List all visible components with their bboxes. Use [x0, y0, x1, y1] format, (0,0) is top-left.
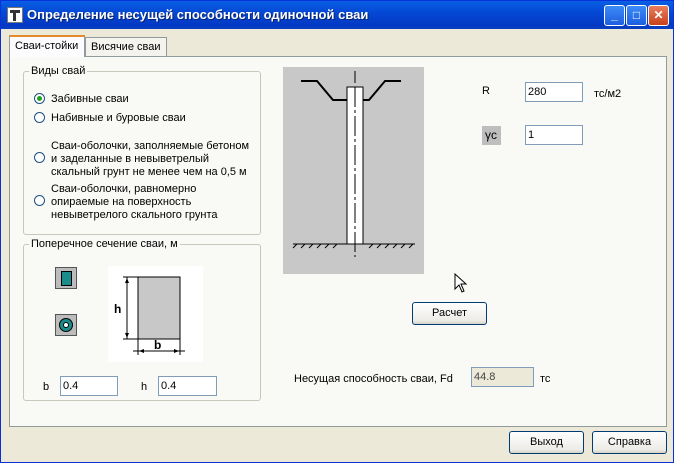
maximize-button[interactable]: □ [626, 5, 647, 26]
radio-shell-piles-embedded[interactable]: Сваи-оболочки, заполняемые бетоном и зад… [34, 139, 254, 181]
app-icon [7, 7, 23, 23]
radio-shell-piles-supported[interactable]: Сваи-оболочки, равномерно опираемые на п… [34, 182, 254, 224]
help-button[interactable]: Справка [592, 431, 667, 454]
calculate-button[interactable]: Расчет [412, 302, 487, 325]
minimize-button[interactable]: _ [604, 5, 625, 26]
result-label: Несущая способность сваи, Fd [294, 373, 453, 385]
result-unit: тс [540, 373, 551, 385]
radio-indicator [34, 112, 45, 123]
radio-label-line: Сваи-оболочки, заполняемые бетоном [51, 140, 250, 152]
radio-label-line: Сваи-оболочки, равномерно [51, 183, 197, 195]
section-drawing: h b [108, 266, 203, 362]
tab-friction-piles[interactable]: Висячие сваи [85, 37, 167, 56]
rectangular-section-button[interactable] [55, 267, 77, 289]
radio-indicator [34, 195, 45, 206]
pile-types-legend: Виды свай [31, 65, 86, 77]
pile-drawing [283, 67, 424, 274]
window-title: Определение несущей способности одиночно… [27, 7, 369, 22]
b-label: b [43, 381, 50, 393]
R-label: R [482, 85, 490, 97]
dimension-b-label: b [154, 338, 162, 352]
gamma-input[interactable]: 1 [525, 125, 583, 145]
ring-section-button[interactable] [55, 314, 77, 336]
ring-section-icon [59, 318, 73, 332]
gamma-icon: γc [482, 126, 501, 145]
radio-label: Набивные и буровые сваи [51, 112, 186, 124]
R-input[interactable]: 280 [525, 82, 583, 102]
tab-end-bearing-piles[interactable]: Сваи-стойки [9, 35, 85, 57]
b-input[interactable]: 0.4 [60, 376, 118, 396]
R-unit: тс/м2 [594, 88, 622, 100]
mouse-cursor-icon [454, 273, 468, 293]
cross-section-group: Поперечное сечение сваи, м h b b 0.4 h 0… [23, 238, 261, 401]
radio-label-line: и заделанные в невыветрелый [51, 153, 209, 165]
exit-button[interactable]: Выход [509, 431, 584, 454]
radio-label-line: скальный грунт не менее чем на 0,5 м [51, 166, 247, 178]
title-bar[interactable]: Определение несущей способности одиночно… [1, 1, 673, 29]
cross-section-legend: Поперечное сечение сваи, м [31, 238, 178, 250]
radio-label-line: опираемые на поверхность [51, 196, 192, 208]
radio-label-line: невыветрелого скального грунта [51, 209, 218, 221]
gamma-label: γc [485, 128, 497, 142]
rectangle-section-icon [61, 271, 72, 286]
close-button[interactable]: ✕ [648, 5, 669, 26]
pile-types-group: Виды свай Забивные сваи Набивные и буров… [23, 65, 261, 235]
main-window: Определение несущей способности одиночно… [0, 0, 674, 463]
radio-indicator [34, 93, 45, 104]
radio-indicator [34, 152, 45, 163]
radio-label: Забивные сваи [51, 93, 129, 105]
h-label: h [141, 381, 148, 393]
result-output: 44.8 [471, 367, 534, 387]
tab-panel: Виды свай Забивные сваи Набивные и буров… [9, 56, 667, 427]
dimension-h-label: h [114, 302, 122, 316]
h-input[interactable]: 0.4 [158, 376, 217, 396]
